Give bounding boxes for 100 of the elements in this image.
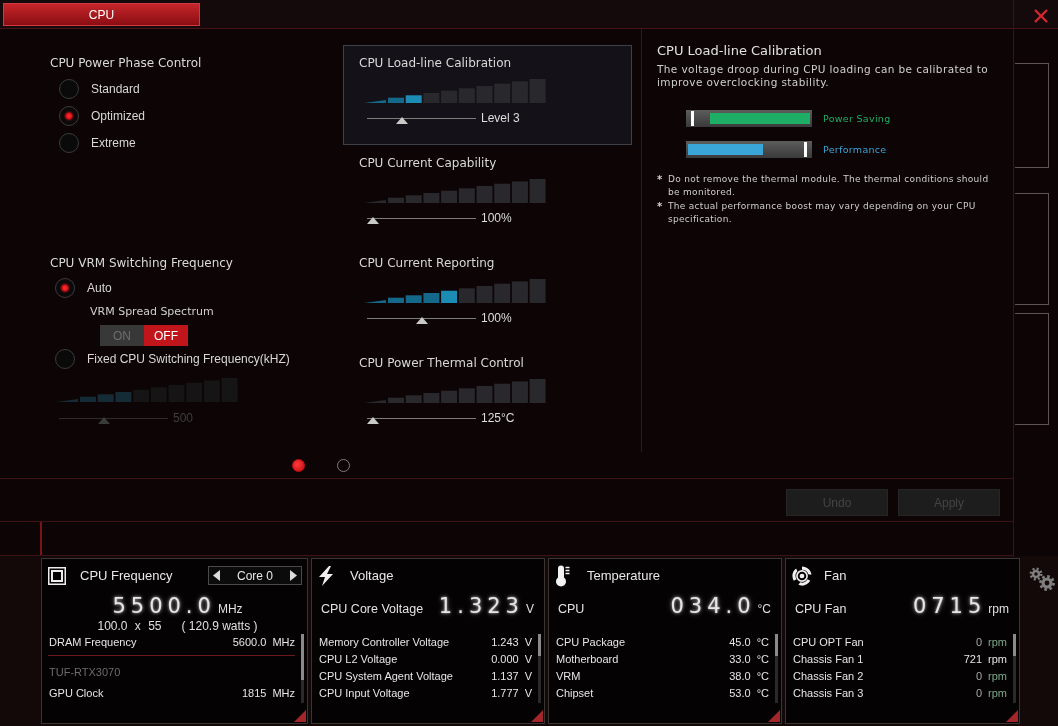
radio-button[interactable] (55, 349, 75, 369)
toggle-off-option[interactable]: OFF (144, 325, 188, 346)
reading-unit: rpm (988, 602, 1009, 616)
option-label: Extreme (91, 135, 136, 150)
row-value: 1.137 (491, 669, 519, 682)
reading-value: 034.0 (670, 593, 756, 619)
scrollbar-track[interactable] (775, 634, 778, 703)
panel-title: Fan (824, 568, 847, 583)
row-label: DRAM Frequency (49, 635, 138, 648)
level-bar (494, 383, 511, 403)
setting-title: CPU Current Capability (359, 155, 498, 171)
fan-icon (792, 564, 812, 587)
scrollbar-thumb[interactable] (775, 634, 778, 656)
setting-title: CPU Load-line Calibration (359, 55, 513, 71)
row-value: 1.777 (491, 686, 519, 699)
reading-label: CPU Fan (795, 602, 847, 616)
row-value: 45.0 (729, 635, 751, 648)
close-icon[interactable] (1033, 8, 1049, 24)
row-unit: V (524, 652, 532, 665)
radio-button[interactable] (59, 78, 79, 99)
scrollbar-track[interactable] (1013, 634, 1016, 703)
scrollbar-thumb[interactable] (301, 634, 304, 680)
thermometer-icon (555, 564, 570, 587)
corner-triangle-icon[interactable] (531, 710, 543, 722)
lightning-icon (318, 565, 334, 586)
multiplier-text: 100.0 x 55 (97, 619, 162, 633)
level-bar (423, 193, 440, 203)
level-bar (423, 393, 440, 403)
row-value: 53.0 (729, 686, 751, 699)
level-bar (458, 388, 475, 403)
reading-value: 5500.0 (112, 593, 216, 619)
row-label: CPU System Agent Voltage (319, 669, 454, 682)
setting-card[interactable]: CPU Load-line Calibration Level 3 (343, 45, 632, 145)
panel-title: Voltage (350, 568, 394, 583)
radio-button[interactable] (59, 132, 79, 153)
row-unit: °C (756, 635, 769, 648)
caret-right-icon[interactable] (290, 570, 297, 581)
row-value: 1815 (241, 686, 267, 699)
slider-thumb[interactable] (396, 117, 409, 124)
page-dot[interactable] (292, 458, 305, 472)
section-title: CPU Power Phase Control (50, 56, 203, 71)
nested-squares-icon (48, 566, 66, 585)
row-label: Chassis Fan 2 (793, 669, 865, 682)
panel-title: Temperature (587, 568, 660, 583)
row-value: 38.0 (729, 669, 751, 682)
legend-label: Power Saving (823, 112, 891, 125)
slider-value: 125°C (481, 411, 515, 425)
row-unit: V (524, 635, 532, 648)
row-label: Motherboard (556, 652, 620, 665)
row-value: 33.0 (729, 652, 751, 665)
note-asterisk: * (657, 173, 664, 186)
section-title: CPU VRM Switching Frequency (50, 256, 234, 271)
settings-icon[interactable] (1028, 566, 1056, 592)
corner-triangle-icon[interactable] (294, 710, 306, 722)
level-bar (476, 286, 493, 303)
level-bar (494, 183, 511, 203)
radio-button[interactable] (59, 105, 79, 126)
level-bar (529, 279, 546, 303)
row-label: CPU Package (556, 635, 627, 648)
slider-value: 100% (481, 311, 512, 325)
selector-value: Core 0 (237, 568, 273, 583)
row-unit: °C (756, 686, 769, 699)
level-bar (529, 379, 546, 403)
core-selector[interactable]: Core 0 (208, 566, 302, 585)
option-label: Standard (91, 81, 140, 96)
slider-thumb[interactable] (415, 317, 428, 324)
setting-label: VRM Spread Spectrum (89, 305, 215, 319)
level-bar (494, 283, 511, 303)
setting-title: CPU Current Reporting (359, 255, 496, 271)
row-label: Memory Controller Voltage (319, 635, 451, 648)
reading-unit: MHz (217, 602, 243, 616)
scrollbar-track[interactable] (301, 634, 304, 703)
scrollbar-thumb[interactable] (1013, 634, 1016, 656)
row-label: Chipset (556, 686, 595, 699)
tab[interactable]: CPU (3, 3, 200, 26)
row-unit: V (524, 686, 532, 699)
radio-button[interactable] (55, 278, 75, 298)
reading-unit: °C (757, 602, 771, 616)
slider-thumb[interactable] (367, 417, 379, 424)
scrollbar-track[interactable] (538, 634, 541, 703)
reading-value: 1.323 (438, 593, 524, 619)
level-bar (423, 93, 440, 103)
row-value: 721 (963, 652, 983, 665)
corner-triangle-icon[interactable] (768, 710, 780, 722)
legend-marker (804, 142, 807, 157)
level-bar (458, 188, 475, 203)
option-label: Fixed CPU Switching Frequency(kHZ) (87, 352, 290, 366)
row-unit: rpm (988, 635, 1007, 648)
scrollbar-thumb[interactable] (538, 634, 541, 656)
row-unit: rpm (988, 669, 1007, 682)
reading-unit: V (526, 602, 534, 616)
slider-thumb[interactable] (367, 217, 379, 224)
row-label: Chassis Fan 3 (793, 686, 865, 699)
caret-left-icon[interactable] (213, 570, 220, 581)
corner-triangle-icon[interactable] (1006, 710, 1018, 722)
row-unit: rpm (988, 652, 1007, 665)
level-bar (441, 390, 458, 403)
note-text: The actual performance boost may vary depending on your CPU specification. (668, 200, 977, 226)
legend-label: Performance (823, 143, 887, 156)
row-unit: rpm (988, 686, 1007, 699)
